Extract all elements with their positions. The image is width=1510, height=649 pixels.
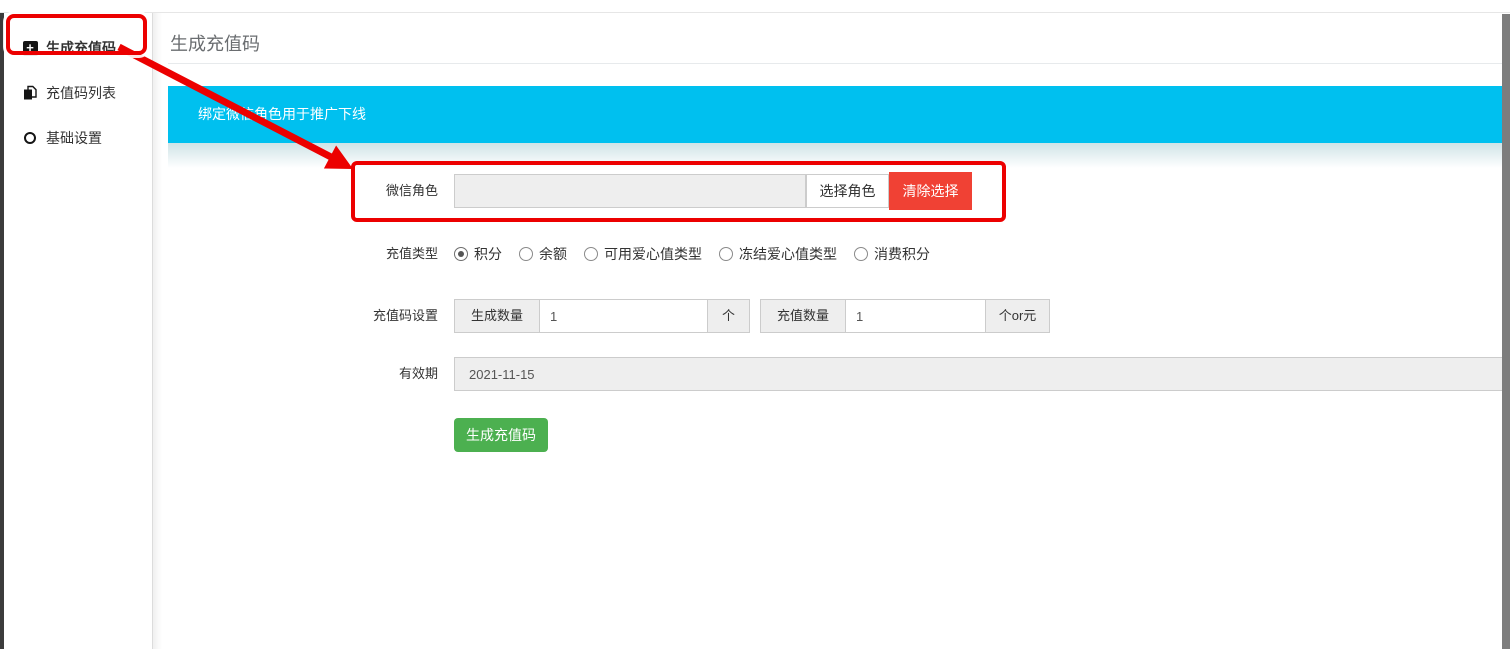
clear-selection-button[interactable]: 清除选择 <box>889 172 972 210</box>
copy-icon <box>22 85 38 101</box>
generate-quantity-input[interactable] <box>540 299 708 333</box>
select-role-button[interactable]: 选择角色 <box>806 174 889 208</box>
radio-label: 冻结爱心值类型 <box>739 244 837 264</box>
title-divider <box>168 63 1502 64</box>
radio-points[interactable]: 积分 <box>454 244 502 264</box>
validity-date-input[interactable] <box>454 357 1510 391</box>
radio-icon <box>454 247 468 261</box>
recharge-quantity-unit: 个or元 <box>986 299 1050 333</box>
radio-frozen-love-value[interactable]: 冻结爱心值类型 <box>719 244 837 264</box>
validity-label: 有效期 <box>168 357 438 391</box>
radio-icon <box>519 247 533 261</box>
generate-quantity-unit: 个 <box>708 299 750 333</box>
radio-label: 消费积分 <box>874 244 930 264</box>
sidebar: + 生成充值码 充值码列表 基础设置 <box>4 13 153 649</box>
wechat-role-label: 微信角色 <box>168 174 438 208</box>
banner-text: 绑定微信角色用于推广下线 <box>198 86 366 143</box>
radio-usable-love-value[interactable]: 可用爱心值类型 <box>584 244 702 264</box>
radio-label: 可用爱心值类型 <box>604 244 702 264</box>
sidebar-item-code-list[interactable]: 充值码列表 <box>4 73 153 113</box>
recharge-quantity-prefix: 充值数量 <box>760 299 846 333</box>
sidebar-item-label: 生成充值码 <box>46 38 116 58</box>
radio-consume-points[interactable]: 消费积分 <box>854 244 930 264</box>
recharge-quantity-group: 充值数量 个or元 <box>760 299 1050 333</box>
top-strip <box>0 0 1510 13</box>
bind-role-banner: 绑定微信角色用于推广下线 <box>168 86 1502 143</box>
sidebar-item-label: 充值码列表 <box>46 83 116 103</box>
banner-fade <box>168 143 1502 168</box>
sidebar-item-generate-code[interactable]: + 生成充值码 <box>4 28 153 68</box>
app-window: + 生成充值码 充值码列表 基础设置 生成充值码 绑定微信角色用于推广下线 微信… <box>0 0 1510 649</box>
recharge-type-options: 积分 余额 可用爱心值类型 冻结爱心值类型 消费积分 <box>454 240 930 268</box>
radio-label: 余额 <box>539 244 567 264</box>
sidebar-item-basic-settings[interactable]: 基础设置 <box>4 118 153 158</box>
radio-balance[interactable]: 余额 <box>519 244 567 264</box>
radio-icon <box>719 247 733 261</box>
generate-quantity-prefix: 生成数量 <box>454 299 540 333</box>
plus-square-icon: + <box>22 41 38 56</box>
generate-code-button[interactable]: 生成充值码 <box>454 418 548 452</box>
generate-quantity-group: 生成数量 个 <box>454 299 750 333</box>
vertical-scrollbar[interactable] <box>1502 14 1510 649</box>
code-settings-label: 充值码设置 <box>168 299 438 333</box>
recharge-quantity-input[interactable] <box>846 299 986 333</box>
recharge-type-label: 充值类型 <box>168 240 438 268</box>
radio-icon <box>854 247 868 261</box>
radio-label: 积分 <box>474 244 502 264</box>
sidebar-item-label: 基础设置 <box>46 128 102 148</box>
page-title: 生成充值码 <box>170 30 260 56</box>
radio-icon <box>584 247 598 261</box>
circle-icon <box>22 132 38 144</box>
wechat-role-input[interactable] <box>454 174 806 208</box>
sidebar-shadow <box>153 13 162 649</box>
